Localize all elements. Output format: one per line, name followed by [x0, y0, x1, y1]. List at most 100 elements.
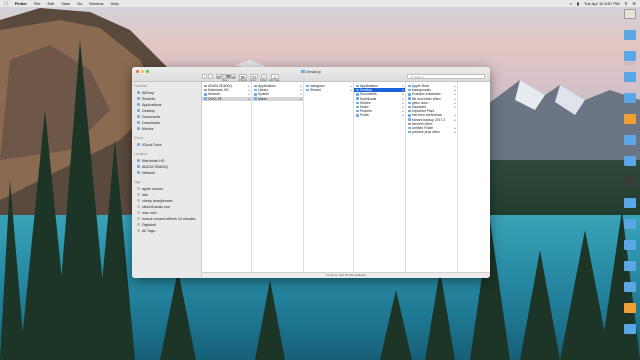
folder-icon [623, 135, 636, 145]
battery-icon[interactable]: ▮ [577, 1, 579, 6]
folder-icon [254, 97, 257, 100]
sidebar-item[interactable]: fast [137, 192, 201, 197]
folder-icon [408, 97, 411, 100]
column-item-name: youtube pros video [412, 130, 440, 135]
menu-window[interactable]: Window [89, 1, 103, 6]
chevron-right-icon: ▸ [402, 113, 404, 118]
browser-column: Applications ▸ Library ▸ System ▸ Users ▸ [252, 82, 304, 272]
menu-finder[interactable]: Finder [15, 1, 27, 6]
desktop-icon[interactable] [619, 93, 640, 103]
sidebar-item-icon [137, 109, 140, 112]
browser-column: Applications ▸ Desktop ▸ Documents ▸ Downloads… [354, 82, 406, 272]
chevron-right-icon: ▸ [248, 96, 250, 101]
folder-icon [306, 84, 309, 88]
sidebar-item[interactable]: Documents [137, 114, 201, 119]
column-item[interactable]: Shared ▸ [304, 88, 353, 92]
sidebar-item[interactable]: Desktop [137, 108, 201, 113]
sidebar-item-label: Downloads [142, 120, 160, 125]
menu-edit[interactable]: Edit [47, 1, 54, 6]
column-item[interactable]: youtube pros video ▸ [406, 130, 457, 134]
menu-help[interactable]: Help [111, 1, 119, 6]
desktop-icon[interactable] [619, 135, 640, 145]
sidebar-section-title: Locations [134, 152, 148, 156]
menu-go[interactable]: Go [77, 1, 82, 6]
sidebar-item[interactable]: Downloads [137, 120, 201, 125]
forward-button[interactable]: › [208, 74, 213, 79]
back-button[interactable]: ‹ [202, 74, 207, 79]
gallery-view-button[interactable]: ▣ [231, 74, 236, 79]
column-item[interactable]: OSX1.75 ▸ [202, 96, 251, 101]
finder-window: Desktop ‹ › ▦ ☰ ◫ ▣ View ▦▾ Arrange ⚙▾ A… [132, 67, 490, 278]
sidebar-item[interactable]: All Tags... [137, 228, 201, 233]
sidebar-item[interactable]: Digitalnit [137, 222, 201, 227]
sidebar-item[interactable]: Network [137, 170, 201, 175]
sidebar-item-label: macos unused effects 10 minutes [142, 216, 196, 221]
file-icon [623, 177, 636, 187]
sidebar-item[interactable]: cheap headphones [137, 198, 201, 203]
sidebar-item[interactable]: clicknill audio one [137, 204, 201, 209]
sidebar-item[interactable]: Applications [137, 102, 201, 107]
sidebar-item[interactable]: AirDrop [137, 90, 201, 95]
menu-clock[interactable]: Tue Apr 10 8:57 PM [584, 1, 619, 6]
desktop-icon[interactable] [619, 261, 640, 271]
desktop-icon[interactable] [619, 303, 640, 313]
desktop-icon[interactable] [619, 114, 640, 124]
desktop-icon[interactable]: Master [619, 51, 640, 65]
tag-icon [137, 223, 140, 226]
search-field[interactable]: ⚲ Search [407, 74, 485, 79]
folder-icon [408, 130, 411, 134]
sidebar-item-label: AirDrop [142, 90, 155, 95]
sidebar-item[interactable]: macos unused effects 10 minutes [137, 216, 201, 221]
desktop-icon[interactable] [619, 219, 640, 229]
search-placeholder: Search [414, 75, 424, 79]
window-title-text: Desktop [306, 69, 321, 74]
sidebar-item[interactable]: apple rumors [137, 186, 201, 191]
desktop-icon[interactable] [619, 156, 640, 166]
sidebar-item-icon [137, 127, 140, 130]
folder-icon [254, 88, 257, 92]
menu-view[interactable]: View [61, 1, 70, 6]
sidebar-item[interactable]: ADATA SD600Q [137, 164, 201, 169]
status-bar: 11 items, 343.78 GB available [202, 272, 490, 278]
desktop-icon[interactable] [619, 30, 640, 40]
sidebar-item-label: ADATA SD600Q [142, 164, 169, 169]
sidebar-item-label: Macintosh HD [142, 158, 165, 163]
desktop-icon[interactable] [619, 9, 640, 19]
sidebar-item[interactable]: Movies [137, 126, 201, 131]
folder-icon [623, 324, 636, 334]
folder-icon [623, 261, 636, 271]
sidebar-item[interactable]: iCloud Drive [137, 142, 201, 147]
tag-icon [137, 211, 140, 214]
desktop-icon[interactable] [619, 177, 640, 187]
folder-icon [301, 70, 306, 74]
desktop-icon[interactable] [619, 324, 640, 334]
finder-toolbar: Desktop ‹ › ▦ ☰ ◫ ▣ View ▦▾ Arrange ⚙▾ A… [132, 67, 490, 82]
document-icon [408, 109, 411, 113]
sidebar-item-label: All Tags... [142, 228, 158, 233]
desktop-icon[interactable] [619, 198, 640, 208]
apple-menu-icon[interactable]:  [4, 1, 8, 7]
desktop-icon[interactable] [619, 72, 640, 82]
folder-icon [623, 72, 636, 82]
folder-icon [623, 156, 636, 166]
column-item[interactable]: Public ▸ [354, 113, 405, 117]
wifi-icon[interactable]: ◑ [569, 1, 571, 6]
sidebar-item-label: Desktop [142, 108, 156, 113]
notification-center-icon[interactable]: ☰ [632, 1, 636, 6]
spotlight-icon[interactable]: ⚲ [624, 1, 627, 6]
sidebar-section-title: Tags [134, 180, 141, 184]
folder-icon [356, 114, 359, 117]
menu-file[interactable]: File [34, 1, 40, 6]
column-browser: ADATA SD600Q ▸ Macintosh HD ▸ Network ▸ OSX1.7… [202, 82, 490, 272]
sidebar-item[interactable]: Recents [137, 96, 201, 101]
folder-icon [356, 84, 359, 88]
desktop-icon[interactable] [619, 282, 640, 292]
tag-icon [137, 229, 140, 232]
column-item-name: Public [360, 113, 369, 118]
sidebar-item[interactable]: Macintosh HD [137, 158, 201, 163]
column-item[interactable]: Users ▸ [252, 96, 303, 101]
folder-icon [408, 93, 411, 96]
desktop-icon[interactable] [619, 240, 640, 250]
sidebar-item[interactable]: mac mini [137, 210, 201, 215]
folder-icon [408, 88, 411, 92]
